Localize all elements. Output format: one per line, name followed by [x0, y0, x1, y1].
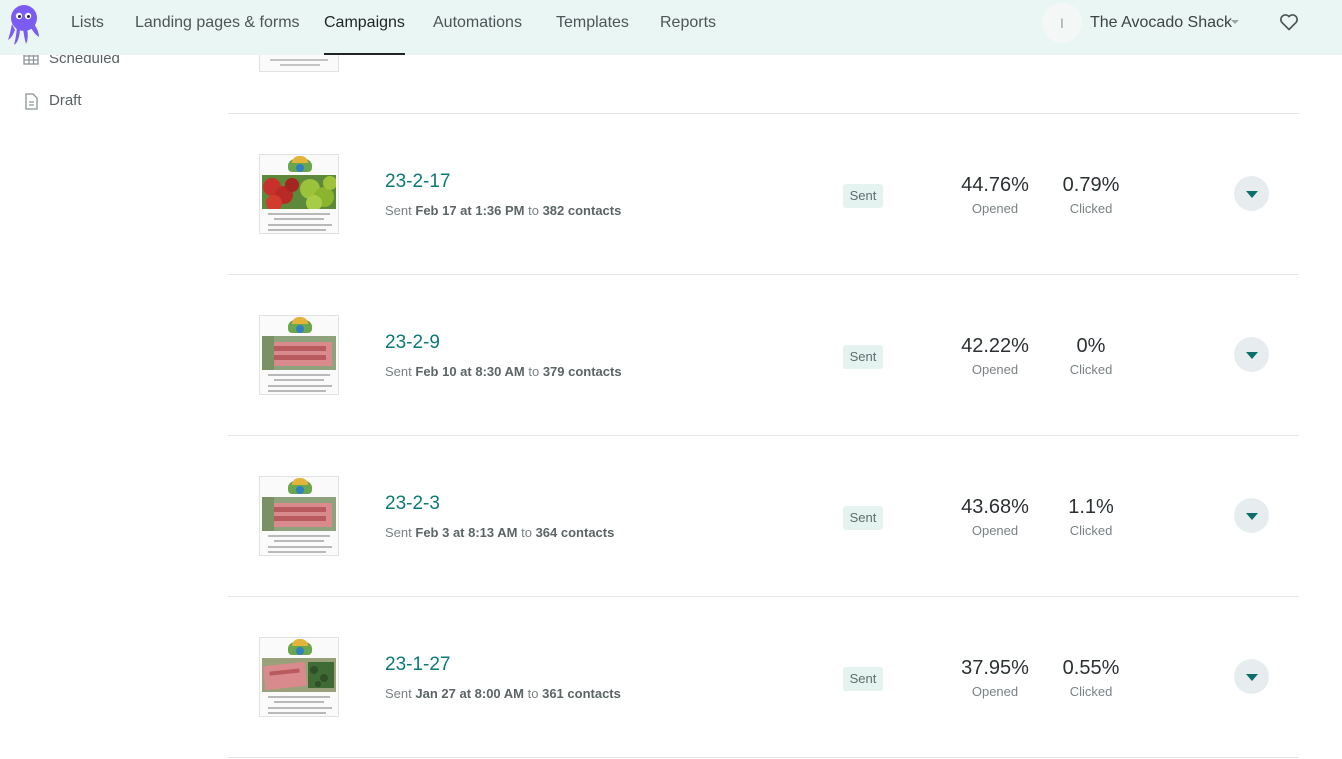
- sidebar-item-label: Draft: [49, 92, 82, 109]
- campaign-sent-info: Sent Jan 27 at 8:00 AM to 361 contacts: [385, 686, 621, 701]
- campaign-sent-info: Sent Feb 17 at 1:36 PM to 382 contacts: [385, 203, 621, 218]
- row-divider: [228, 435, 1299, 436]
- campaign-title-link[interactable]: 23-2-17: [385, 171, 451, 193]
- sent-date: Feb 17 at 1:36 PM: [415, 203, 525, 218]
- sent-prefix: Sent: [385, 364, 412, 379]
- sent-date: Feb 10 at 8:30 AM: [415, 364, 525, 379]
- clicked-rate: 0%: [1076, 335, 1106, 357]
- contacts-count: 361 contacts: [542, 686, 621, 701]
- caret-down-icon[interactable]: [1231, 20, 1239, 24]
- clicked-rate: 1.1%: [1068, 496, 1114, 518]
- campaign-title-link[interactable]: 23-2-9: [385, 332, 440, 354]
- account-avatar[interactable]: I: [1042, 3, 1082, 43]
- campaign-thumbnail[interactable]: [259, 55, 339, 72]
- opened-rate: 43.68%: [961, 496, 1029, 518]
- opened-label: Opened: [971, 362, 1019, 377]
- campaign-thumbnail[interactable]: [259, 637, 339, 717]
- campaign-title-link[interactable]: 23-2-3: [385, 493, 440, 515]
- opened-label: Opened: [971, 684, 1019, 699]
- row-actions-dropdown-button[interactable]: [1234, 659, 1269, 694]
- nav-landing-pages-forms[interactable]: Landing pages & forms: [135, 0, 300, 55]
- row-actions-dropdown-button[interactable]: [1234, 337, 1269, 372]
- sent-prefix: Sent: [385, 686, 412, 701]
- clicked-label: Clicked: [1069, 362, 1113, 377]
- clicked-rate: 0.79%: [1062, 174, 1120, 196]
- row-actions-dropdown-button[interactable]: [1234, 498, 1269, 533]
- opened-rate: 42.22%: [961, 335, 1029, 357]
- campaign-title-link[interactable]: 23-1-27: [385, 654, 451, 676]
- document-icon: [25, 93, 38, 110]
- contacts-count: 379 contacts: [542, 364, 622, 379]
- to-text: to: [528, 364, 540, 379]
- row-divider: [228, 757, 1299, 758]
- contacts-count: 364 contacts: [535, 525, 615, 540]
- to-text: to: [528, 203, 539, 218]
- opened-rate: 37.95%: [961, 657, 1029, 679]
- opened-label: Opened: [971, 523, 1019, 538]
- row-divider: [228, 113, 1299, 114]
- heart-icon[interactable]: [1279, 12, 1299, 32]
- status-badge: Sent: [843, 667, 883, 691]
- octopus-logo-icon[interactable]: [6, 4, 42, 46]
- opened-rate: 44.76%: [961, 174, 1029, 196]
- nav-lists[interactable]: Lists: [71, 0, 104, 55]
- nav-campaigns[interactable]: Campaigns: [324, 0, 405, 55]
- opened-label: Opened: [971, 201, 1019, 216]
- campaign-thumbnail[interactable]: [259, 154, 339, 234]
- row-divider: [228, 596, 1299, 597]
- status-badge: Sent: [843, 506, 883, 530]
- status-badge: Sent: [843, 345, 883, 369]
- clicked-label: Clicked: [1069, 201, 1113, 216]
- row-divider: [228, 274, 1299, 275]
- campaign-thumbnail[interactable]: [259, 315, 339, 395]
- sent-prefix: Sent: [385, 203, 412, 218]
- account-name-dropdown[interactable]: The Avocado Shack: [1090, 0, 1232, 46]
- campaign-sent-info: Sent Feb 10 at 8:30 AM to 379 contacts: [385, 364, 622, 379]
- clicked-label: Clicked: [1069, 523, 1113, 538]
- to-text: to: [521, 525, 532, 540]
- clicked-label: Clicked: [1069, 684, 1113, 699]
- contacts-count: 382 contacts: [542, 203, 622, 218]
- sent-prefix: Sent: [385, 525, 412, 540]
- campaign-thumbnail[interactable]: [259, 476, 339, 556]
- top-navigation-bar: Lists Landing pages & forms Campaigns Au…: [0, 0, 1342, 55]
- campaign-sent-info: Sent Feb 3 at 8:13 AM to 364 contacts: [385, 525, 614, 540]
- row-actions-dropdown-button[interactable]: [1234, 176, 1269, 211]
- sent-date: Jan 27 at 8:00 AM: [415, 686, 524, 701]
- to-text: to: [527, 686, 539, 701]
- nav-automations[interactable]: Automations: [433, 0, 522, 55]
- nav-templates[interactable]: Templates: [556, 0, 629, 55]
- sent-date: Feb 3 at 8:13 AM: [415, 525, 518, 540]
- status-badge: Sent: [843, 184, 883, 208]
- clicked-rate: 0.55%: [1062, 657, 1120, 679]
- nav-reports[interactable]: Reports: [660, 0, 716, 55]
